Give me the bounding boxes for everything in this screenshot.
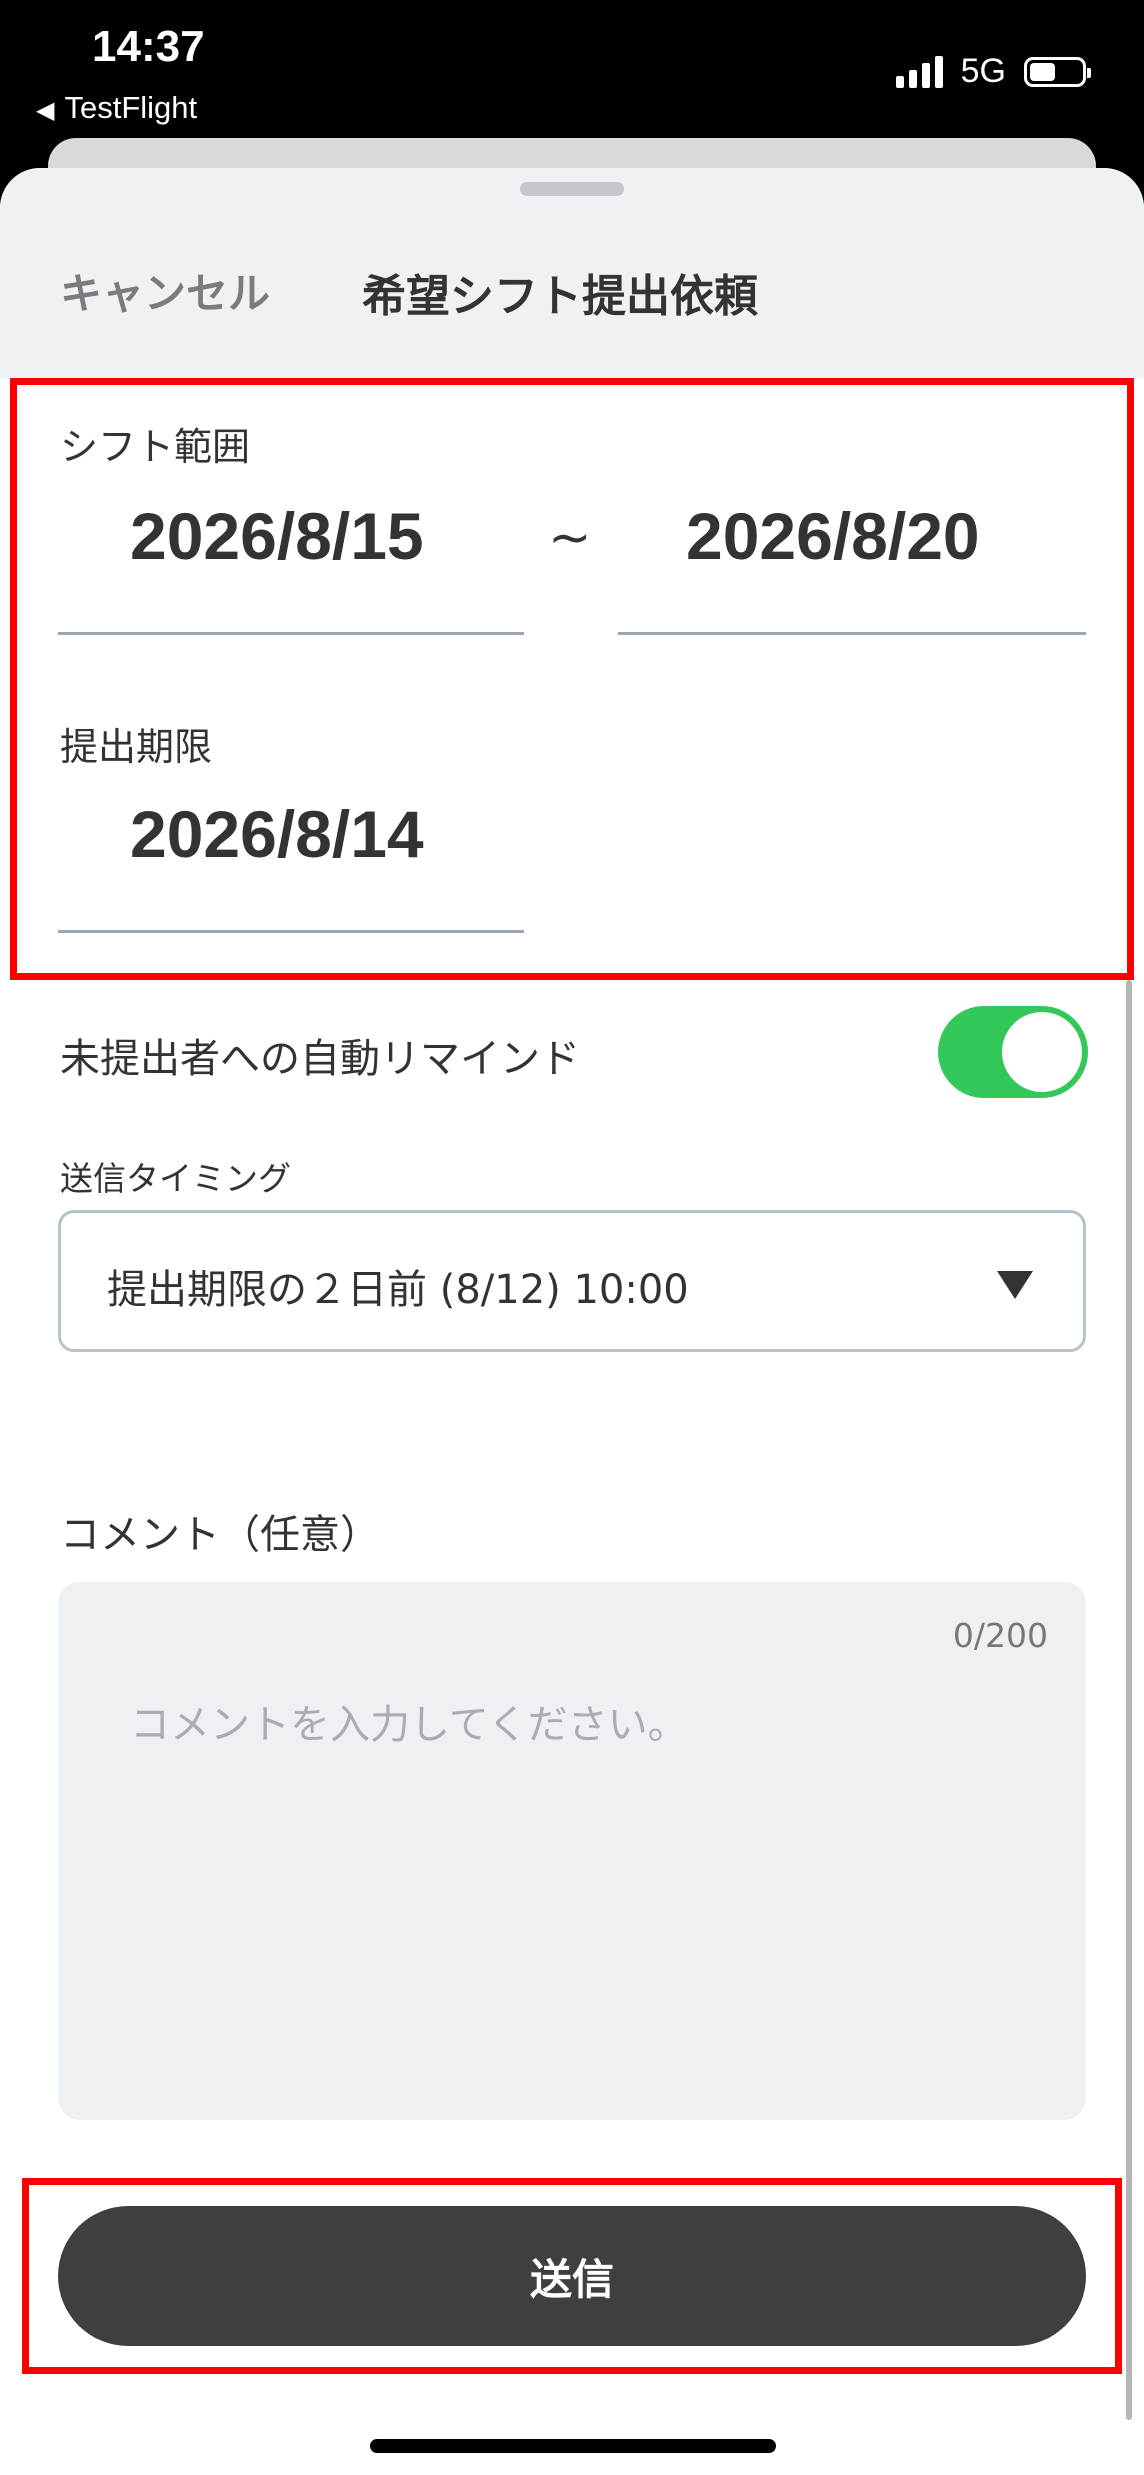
toggle-knob [1002,1012,1082,1092]
signal-icon [895,55,943,88]
back-app-label: TestFlight [64,90,198,125]
network-label: 5G [960,52,1006,90]
back-to-app-link[interactable]: ◀ TestFlight [36,90,197,126]
timing-label: 送信タイミング [60,1159,291,1198]
drag-handle[interactable] [520,182,624,196]
battery-icon [1024,56,1091,87]
comment-char-counter: 0/200 [952,1616,1048,1655]
cancel-button[interactable]: キャンセル [60,260,270,321]
sheet-header: キャンセル 希望シフト提出依頼 [0,168,1144,378]
scrollbar[interactable] [1126,980,1132,2420]
back-arrow-icon: ◀ [36,97,55,124]
auto-remind-label: 未提出者への自動リマインド [60,1036,580,1082]
home-indicator [370,2439,776,2453]
auto-remind-toggle[interactable] [938,1006,1088,1098]
status-indicators: 5G [895,52,1091,91]
highlight-box-dates [10,378,1134,980]
page-title: 希望シフト提出依頼 [362,271,758,322]
status-time: 14:37 [92,22,205,71]
comment-textarea[interactable]: 0/200 コメントを入力してください。 [58,1582,1086,2120]
highlight-box-submit [22,2178,1122,2374]
dropdown-arrow-icon [997,1271,1033,1299]
comment-placeholder: コメントを入力してください。 [130,1702,688,1748]
comment-label: コメント（任意） [60,1512,380,1558]
timing-selected-value: 提出期限の２日前 (8/12) 10:00 [107,1267,689,1313]
timing-select[interactable]: 提出期限の２日前 (8/12) 10:00 [58,1210,1086,1352]
